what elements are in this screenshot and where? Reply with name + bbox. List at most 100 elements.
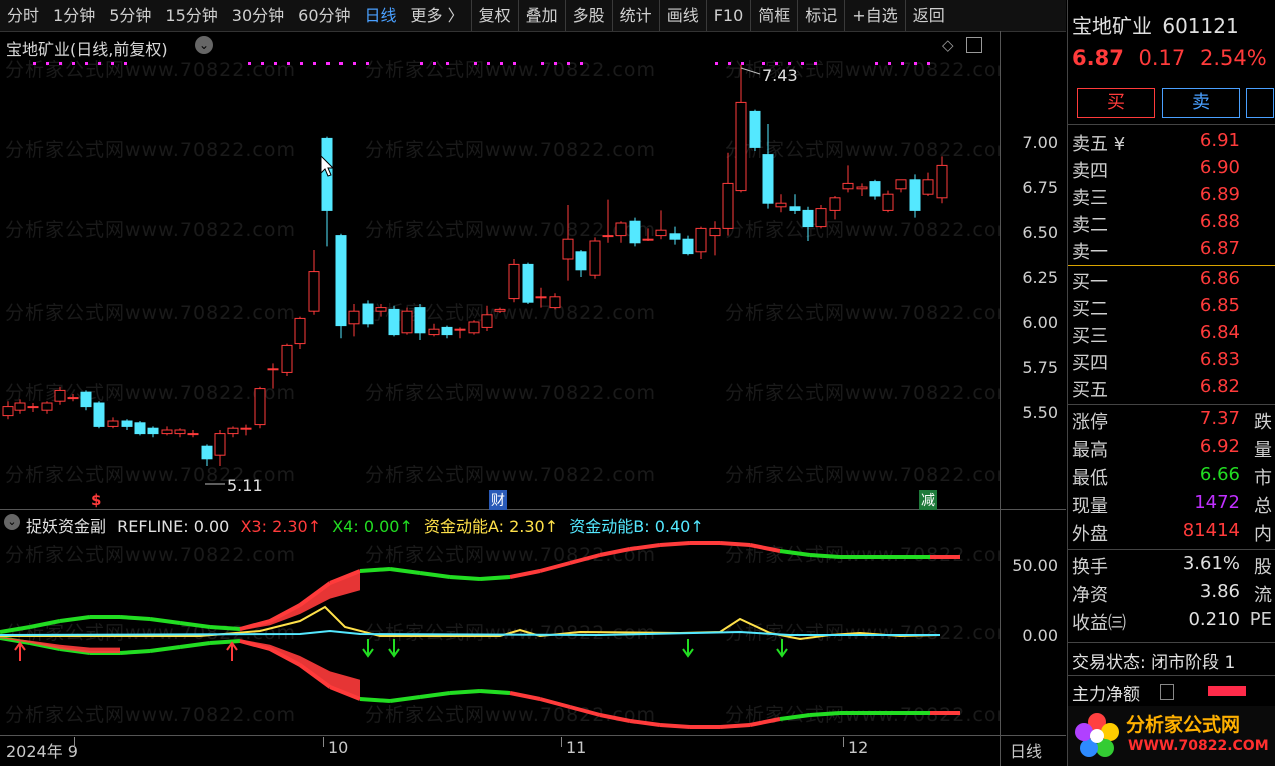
x-axis-label: 11 xyxy=(566,738,587,757)
ask-price: 6.89 xyxy=(1199,184,1240,205)
draw-line-button[interactable]: 画线 xyxy=(660,0,706,31)
tab-60min[interactable]: 60分钟 xyxy=(291,0,357,31)
ask-row[interactable]: 卖四 6.90 xyxy=(1072,157,1272,184)
candle-body xyxy=(669,233,681,240)
indicator-y-tick: 50.00 xyxy=(1012,556,1058,575)
candle-body xyxy=(468,321,480,334)
diamond-icon[interactable]: ◇ xyxy=(942,36,954,54)
signal-dot xyxy=(248,62,251,65)
tab-15min[interactable]: 15分钟 xyxy=(158,0,224,31)
ask-row[interactable]: 卖二 6.88 xyxy=(1072,211,1272,238)
y-tick-label: 5.50 xyxy=(1022,403,1058,422)
tab-1min[interactable]: 1分钟 xyxy=(46,0,102,31)
stat-value: 6.92 xyxy=(1199,436,1240,457)
stat-tail: 总 xyxy=(1254,496,1272,517)
candle-body xyxy=(709,227,721,237)
chevron-down-icon[interactable]: ⌄ xyxy=(195,36,213,54)
tab-30min[interactable]: 30分钟 xyxy=(225,0,291,31)
stat-tail: 市 xyxy=(1254,468,1272,489)
candle-body xyxy=(41,402,53,411)
upper-band xyxy=(119,615,151,621)
chevron-down-icon[interactable]: ⌄ xyxy=(4,514,20,530)
tab-5min[interactable]: 5分钟 xyxy=(102,0,158,31)
bid-row[interactable]: 买四 6.83 xyxy=(1072,349,1272,376)
candle-body xyxy=(240,427,252,430)
statistics-button[interactable]: 统计 xyxy=(613,0,659,31)
candle-body xyxy=(174,429,186,435)
candle-body xyxy=(27,406,39,409)
overlay-button[interactable]: 叠加 xyxy=(519,0,565,31)
signal-dot xyxy=(300,62,303,65)
x-axis-label: 2024年 9 xyxy=(6,742,78,761)
indicator-chart[interactable] xyxy=(0,535,1000,735)
quote-line: 6.87 0.17 2.54% xyxy=(1072,46,1267,70)
candle-body xyxy=(227,427,239,435)
stock-header: 宝地矿业 601121 xyxy=(1072,10,1239,39)
add-watchlist-button[interactable]: +自选 xyxy=(845,0,904,31)
stat-label: 现量 xyxy=(1072,496,1108,517)
signal-dot xyxy=(420,62,423,65)
event-marker-reduction[interactable]: 减 xyxy=(919,490,937,510)
candle-body xyxy=(909,179,921,211)
signal-dot xyxy=(46,62,49,65)
candle-body xyxy=(842,182,854,190)
signal-dot xyxy=(433,62,436,65)
signal-dot xyxy=(500,62,503,65)
candle-body xyxy=(67,397,79,400)
candle-body xyxy=(682,238,694,255)
sell-arrow-icon xyxy=(776,639,788,658)
upper-band xyxy=(779,549,811,557)
back-button[interactable]: 返回 xyxy=(906,0,952,31)
simple-frame-button[interactable]: 简框 xyxy=(751,0,797,31)
tab-more[interactable]: 更多 〉 xyxy=(404,0,471,31)
tab-intraday[interactable]: 分时 xyxy=(0,0,46,31)
candle-body xyxy=(201,445,213,460)
y-tick-label: 5.75 xyxy=(1022,358,1058,377)
upper-band xyxy=(509,569,541,579)
low-label: 5.11 xyxy=(227,476,263,495)
tab-daily[interactable]: 日线 xyxy=(358,0,404,31)
multi-stock-button[interactable]: 多股 xyxy=(566,0,612,31)
trade-more-button[interactable] xyxy=(1246,88,1274,118)
stat-row: 最高 6.92 量 xyxy=(1072,436,1272,463)
bid-row[interactable]: 买五 6.82 xyxy=(1072,376,1272,403)
stat-label: 换手 xyxy=(1072,557,1108,578)
adjust-button[interactable]: 复权 xyxy=(472,0,518,31)
candle-body xyxy=(642,238,654,241)
pane-divider xyxy=(0,509,1066,510)
candle-body xyxy=(348,310,360,325)
panel-toggle-icon[interactable] xyxy=(966,37,982,53)
candle-body xyxy=(589,240,601,276)
stat-tail: 量 xyxy=(1254,440,1272,461)
candle-body xyxy=(815,208,827,228)
candle-body xyxy=(629,220,641,244)
list-icon[interactable] xyxy=(1160,684,1174,700)
bid-row[interactable]: 买三 6.84 xyxy=(1072,322,1272,349)
candle-body xyxy=(454,328,466,331)
candlestick-chart[interactable]: 7.43 5.11 xyxy=(0,56,1000,496)
candle-body xyxy=(308,271,320,312)
candle-body xyxy=(602,235,614,238)
bid-row[interactable]: 买二 6.85 xyxy=(1072,295,1272,322)
mark-button[interactable]: 标记 xyxy=(798,0,844,31)
candle-body xyxy=(134,422,146,435)
signal-dot xyxy=(124,62,127,65)
event-marker-finance[interactable]: 财 xyxy=(489,490,507,510)
ask-row[interactable]: 卖三 6.89 xyxy=(1072,184,1272,211)
stat-tail: 内 xyxy=(1254,524,1272,545)
f10-button[interactable]: F10 xyxy=(707,0,751,31)
event-marker-dividend[interactable]: $ xyxy=(91,491,101,509)
flower-logo-icon xyxy=(1075,713,1119,757)
status-label: 交易状态: xyxy=(1072,653,1146,673)
candle-body xyxy=(575,251,587,271)
sell-button[interactable]: 卖 xyxy=(1162,88,1240,118)
upper-band xyxy=(629,543,661,551)
ask-row[interactable]: 卖五 ¥ 6.91 xyxy=(1072,130,1272,157)
sell-arrow-icon xyxy=(388,639,400,658)
stat-value: 6.66 xyxy=(1199,464,1240,485)
buy-button[interactable]: 买 xyxy=(1077,88,1155,118)
bid-row[interactable]: 买一 6.86 xyxy=(1072,268,1272,295)
quote-panel: 宝地矿业 601121 6.87 0.17 2.54% 买 卖 卖五 ¥ 6.91… xyxy=(1067,0,1275,766)
candle-body xyxy=(428,328,440,336)
ask-row[interactable]: 卖一 6.87 xyxy=(1072,238,1272,265)
